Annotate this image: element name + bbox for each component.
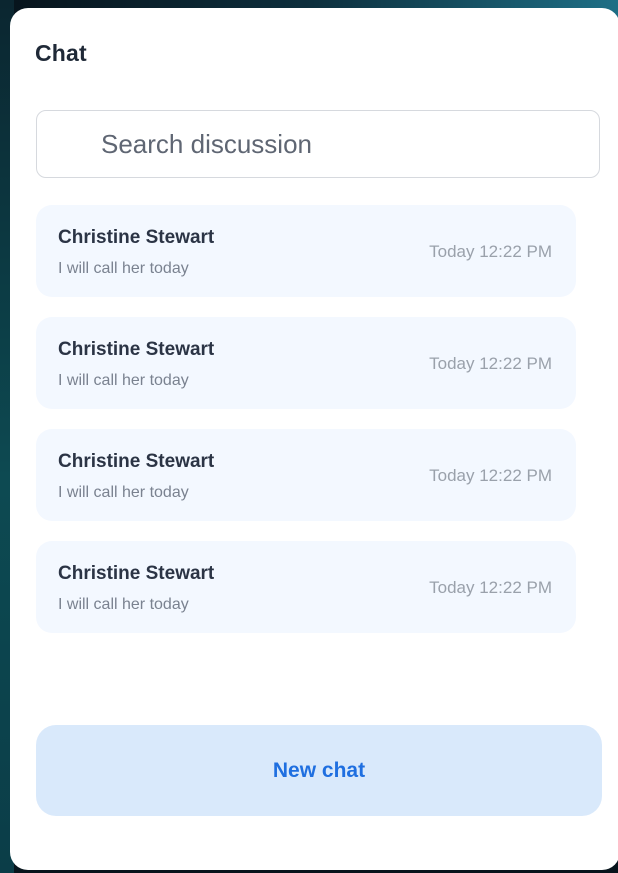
contact-name: Christine Stewart [58, 339, 215, 360]
message-preview: I will call her today [58, 260, 189, 277]
message-preview: I will call her today [58, 596, 189, 613]
chat-list-item[interactable]: Christine Stewart I will call her today … [36, 317, 576, 409]
message-preview: I will call her today [58, 372, 189, 389]
message-time: Today 12:22 PM [429, 354, 552, 373]
chat-panel: Chat Christine Stewart I will call her t… [10, 8, 618, 870]
search-input[interactable] [101, 111, 581, 177]
panel-title: Chat [35, 40, 87, 66]
contact-name: Christine Stewart [58, 451, 215, 472]
chat-list-item[interactable]: Christine Stewart I will call her today … [36, 541, 576, 633]
contact-name: Christine Stewart [58, 563, 215, 584]
new-chat-button[interactable]: New chat [36, 725, 602, 816]
chat-list-item[interactable]: Christine Stewart I will call her today … [36, 429, 576, 521]
chat-list: Christine Stewart I will call her today … [36, 205, 576, 653]
message-time: Today 12:22 PM [429, 242, 552, 261]
search-box[interactable] [36, 110, 600, 178]
chat-list-item[interactable]: Christine Stewart I will call her today … [36, 205, 576, 297]
message-time: Today 12:22 PM [429, 578, 552, 597]
message-time: Today 12:22 PM [429, 466, 552, 485]
contact-name: Christine Stewart [58, 227, 215, 248]
message-preview: I will call her today [58, 484, 189, 501]
